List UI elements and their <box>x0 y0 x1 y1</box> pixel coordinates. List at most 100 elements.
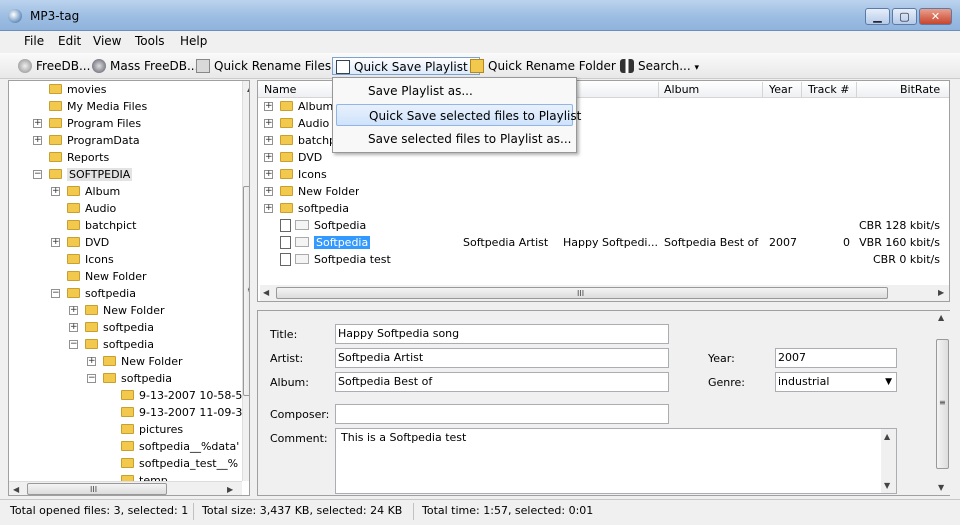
list-expander-icon[interactable]: + <box>264 187 273 196</box>
tree-item[interactable]: + ProgramData <box>33 132 140 149</box>
tree-item[interactable]: Icons <box>67 251 114 268</box>
menu-quick-save-selected[interactable]: Quick Save selected files to Playlist <box>336 104 581 126</box>
list-expander-icon[interactable]: + <box>264 170 273 179</box>
folder-tree[interactable]: movies My Media Files + Program Files + Progr… <box>8 80 250 496</box>
folder-icon <box>49 84 62 94</box>
folder-icon <box>49 135 62 145</box>
artist-field[interactable]: Softpedia Artist <box>335 348 669 368</box>
menu-view[interactable]: View <box>93 34 121 48</box>
tree-expander-icon[interactable]: + <box>69 323 78 332</box>
mass-freedb-button[interactable]: Mass FreeDB... <box>92 57 198 75</box>
menu-edit[interactable]: Edit <box>58 34 81 48</box>
tree-expander-icon[interactable]: − <box>51 289 60 298</box>
tree-item[interactable]: My Media Files <box>49 98 147 115</box>
tree-expander-icon[interactable]: + <box>33 119 42 128</box>
list-item[interactable]: + Icons <box>258 166 949 183</box>
album-field[interactable]: Softpedia Best of <box>335 372 669 392</box>
tree-expander-icon[interactable]: + <box>87 357 96 366</box>
tree-item[interactable]: Reports <box>49 149 109 166</box>
editor-vertical-thumb[interactable]: ≡ <box>936 339 949 469</box>
tree-expander-icon[interactable]: − <box>69 340 78 349</box>
tree-item[interactable]: New Folder <box>67 268 146 285</box>
list-expander-icon[interactable]: + <box>264 153 273 162</box>
list-scroll-right-icon[interactable]: ▶ <box>938 288 944 297</box>
comment-scroll-up-icon[interactable]: ▲ <box>884 432 890 441</box>
table-row[interactable]: Softpedia test CBR 0 kbit/s <box>258 251 949 268</box>
menu-help[interactable]: Help <box>180 34 207 48</box>
tree-item[interactable]: Audio <box>67 200 116 217</box>
menu-save-playlist-as[interactable]: Save Playlist as... <box>336 80 573 102</box>
search-dropdown-icon[interactable]: ▾ <box>695 63 700 73</box>
tree-item[interactable]: − softpedia <box>51 285 136 302</box>
scroll-up-icon[interactable]: ▲ <box>247 84 249 93</box>
composer-field[interactable] <box>335 404 669 424</box>
tree-item[interactable]: + softpedia <box>69 319 154 336</box>
list-expander-icon[interactable]: + <box>264 119 273 128</box>
list-scroll-left-icon[interactable]: ◀ <box>263 288 269 297</box>
search-button[interactable]: Search... ▾ <box>620 57 699 75</box>
list-horizontal-thumb[interactable]: III <box>276 287 888 299</box>
minimize-button[interactable]: ▁ <box>865 8 890 25</box>
freedb-button[interactable]: FreeDB... <box>18 57 90 75</box>
tree-expander-icon[interactable]: + <box>69 306 78 315</box>
scroll-right-icon[interactable]: ▶ <box>227 485 233 494</box>
tree-expander-icon[interactable]: + <box>33 136 42 145</box>
tree-item[interactable]: + New Folder <box>87 353 182 370</box>
comment-scroll-down-icon[interactable]: ▼ <box>884 481 890 490</box>
list-item[interactable]: + New Folder <box>258 183 949 200</box>
comment-field[interactable]: This is a Softpedia test <box>335 428 897 494</box>
editor-scroll-down-icon[interactable]: ▼ <box>938 483 944 492</box>
tree-item[interactable]: softpedia_test__% <box>121 455 238 472</box>
tree-vertical-thumb[interactable]: ≡ <box>243 186 249 396</box>
quick-save-playlist-button[interactable]: Quick Save Playlist ▾ <box>332 57 481 75</box>
column-year[interactable]: Year <box>769 83 792 96</box>
tree-item[interactable]: − softpedia <box>69 336 154 353</box>
close-button[interactable]: ✕ <box>919 8 952 25</box>
tree-item-label: Program Files <box>67 117 142 130</box>
tree-item[interactable]: + Program Files <box>33 115 142 132</box>
list-item[interactable]: + softpedia <box>258 200 949 217</box>
list-expander-icon[interactable]: + <box>264 102 273 111</box>
tree-expander-icon[interactable]: − <box>33 170 42 179</box>
tree-item[interactable]: softpedia__%data' <box>121 438 239 455</box>
pane-splitter[interactable] <box>257 302 950 310</box>
comment-label: Comment: <box>270 432 328 445</box>
year-field[interactable]: 2007 <box>775 348 897 368</box>
table-row[interactable]: Softpedia CBR 128 kbit/s <box>258 217 949 234</box>
genre-select[interactable]: industrial ▼ <box>775 372 897 392</box>
tree-item[interactable]: pictures <box>121 421 183 438</box>
menu-tools[interactable]: Tools <box>135 34 165 48</box>
tree-item[interactable]: + New Folder <box>69 302 164 319</box>
tree-expander-icon[interactable]: + <box>51 187 60 196</box>
tree-item[interactable]: + Album <box>51 183 120 200</box>
tree-item[interactable]: − softpedia <box>87 370 172 387</box>
table-row[interactable]: Softpedia Softpedia Artist Happy Softpedi.… <box>258 234 949 251</box>
comment-scrollbar[interactable]: ▲ ▼ <box>881 429 896 493</box>
list-expander-icon[interactable]: + <box>264 204 273 213</box>
tree-item[interactable]: batchpict <box>67 217 136 234</box>
tree-item[interactable]: movies <box>49 81 107 98</box>
menu-save-selected-as[interactable]: Save selected files to Playlist as... <box>336 128 573 150</box>
tree-item[interactable]: 9-13-2007 11-09-3 <box>121 404 242 421</box>
menu-file[interactable]: File <box>24 34 44 48</box>
column-name[interactable]: Name <box>264 83 296 96</box>
editor-scroll-up-icon[interactable]: ▲ <box>938 313 944 322</box>
list-hgrip-icon: III <box>577 289 585 298</box>
list-expander-icon[interactable]: + <box>264 136 273 145</box>
tree-item-label: Reports <box>67 151 110 164</box>
tree-expander-icon[interactable]: − <box>87 374 96 383</box>
tree-item[interactable]: + DVD <box>51 234 109 251</box>
tree-horizontal-thumb[interactable]: III <box>27 483 167 495</box>
column-track[interactable]: Track # <box>808 83 850 96</box>
column-album[interactable]: Album <box>664 83 699 96</box>
tree-expander-icon[interactable]: + <box>51 238 60 247</box>
quick-rename-folder-button[interactable]: Quick Rename Folder ▾ <box>470 57 624 75</box>
title-field[interactable]: Happy Softpedia song <box>335 324 669 344</box>
maximize-button[interactable]: ▢ <box>892 8 917 25</box>
scroll-left-icon[interactable]: ◀ <box>13 485 19 494</box>
tree-item[interactable]: − SOFTPEDIA <box>33 166 133 183</box>
column-bitrate[interactable]: BitRate <box>900 83 940 96</box>
quick-rename-files-button[interactable]: Quick Rename Files ▾ <box>196 57 339 75</box>
tree-item[interactable]: 9-13-2007 10-58-5 <box>121 387 242 404</box>
chevron-down-icon[interactable]: ▼ <box>885 373 892 391</box>
